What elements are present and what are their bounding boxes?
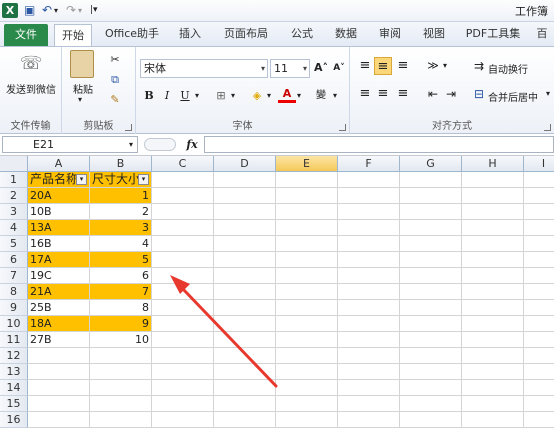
merge-dropdown-icon[interactable]: ▾ [546,89,550,98]
formula-bar-splitter[interactable] [144,138,176,151]
excel-logo-icon: X [2,3,18,18]
chevron-down-icon[interactable]: ▾ [129,137,133,152]
align-top-icon[interactable]: ≡ [356,57,374,75]
group-alignment: ≡ ≡ ≡ ≫ ▾ ⇉ 自动换行 ≡ ≡ ≡ ⇤ ⇥ ⊟ 合并后居中 ▾ 对齐方… [350,47,554,134]
grow-font-icon[interactable]: A˄ [312,59,330,77]
align-left-icon[interactable]: ≡ [356,85,374,103]
merge-center-button[interactable]: 合并后居中 [488,89,538,104]
tab-data[interactable]: 数据 [328,22,364,46]
paste-dropdown-icon[interactable]: ▾ [78,95,82,104]
tab-pdf-tools[interactable]: PDF工具集 [460,22,526,46]
save-icon[interactable]: ▣ [24,3,35,18]
group-label-font: 字体 [232,121,253,132]
clipboard-launcher-icon[interactable] [125,124,132,131]
italic-button[interactable]: I [158,87,176,105]
formula-input[interactable] [204,136,554,153]
undo-icon[interactable]: ↶ [42,3,52,18]
borders-dropdown-icon[interactable]: ▾ [228,87,238,105]
title-bar: X ▣ ↶ ▾ ↷ ▾ |▾ 工作簿 [0,0,554,22]
bold-button[interactable]: B [140,87,158,105]
insert-function-button[interactable]: fx [182,136,202,153]
cut-icon[interactable]: ✂ [106,51,124,69]
fill-dropdown-icon[interactable]: ▾ [264,87,274,105]
worksheet-grid[interactable]: ABCDEFGHI 1 产品名称 ▾ 尺寸大小 ▾ 2 20A 1 3 10B 2 4 13A 3 5 16B… [0,156,554,428]
customize-qat-icon[interactable]: |▾ [90,3,98,18]
align-center-icon[interactable]: ≡ [374,85,392,103]
chevron-down-icon: ▾ [260,64,265,73]
tab-file[interactable]: 文件 [4,24,48,46]
tab-office-assistant[interactable]: Office助手 [100,22,164,46]
formula-bar: E21 ▾ fx [0,134,554,156]
font-launcher-icon[interactable] [339,124,346,131]
orientation-dropdown-icon[interactable]: ▾ [440,57,450,75]
tab-review[interactable]: 审阅 [372,22,408,46]
underline-dropdown-icon[interactable]: ▾ [192,87,202,105]
group-file-transfer: ☏ 发送到微信 文件传输 [0,47,62,134]
group-label-file-transfer: 文件传输 [10,121,51,132]
align-right-icon[interactable]: ≡ [394,85,412,103]
align-bottom-icon[interactable]: ≡ [394,57,412,75]
decrease-indent-icon[interactable]: ⇤ [424,85,442,103]
wrap-text-icon[interactable]: ⇉ [470,57,488,75]
redo-icon[interactable]: ↷ [66,3,76,18]
undo-dropdown-icon[interactable]: ▾ [54,3,58,18]
font-name-select[interactable]: 宋体 ▾ [140,59,268,78]
arrow-shaft [180,286,278,388]
wechat-icon[interactable]: ☏ [18,53,44,75]
tab-insert[interactable]: 插入 [172,22,208,46]
format-painter-icon[interactable]: ✎ [106,91,124,109]
alignment-launcher-icon[interactable] [544,124,551,131]
send-wechat-button[interactable]: 发送到微信 [3,81,59,96]
annotation-arrow [170,275,278,388]
font-size-value: 11 [274,62,288,75]
group-font: 宋体 ▾ 11 ▾ A˄ A˅ B I U ▾ ⊞ ▾ ◈ ▾ A ▾ 變 ▾ … [136,47,350,134]
phonetic-dropdown-icon[interactable]: ▾ [330,87,340,105]
tab-home[interactable]: 开始 [54,24,92,46]
redo-dropdown-icon[interactable]: ▾ [78,3,82,18]
group-clipboard: 粘贴 ▾ ✂ ⧉ ✎ 剪贴板 [62,47,136,134]
wrap-text-button[interactable]: 自动换行 [488,61,528,76]
tab-formulas[interactable]: 公式 [284,22,320,46]
font-name-value: 宋体 [144,62,166,75]
chevron-down-icon: ▾ [302,64,307,73]
tab-more[interactable]: 百 [532,22,552,46]
name-box-value: E21 [33,138,54,151]
ribbon-tabs: 文件 开始 Office助手 插入 页面布局 公式 数据 审阅 视图 PDF工具… [0,22,554,46]
window-title: 工作簿 [515,5,548,18]
phonetic-icon[interactable]: 變 [312,87,330,105]
font-color-dropdown-icon[interactable]: ▾ [294,87,304,105]
align-middle-icon[interactable]: ≡ [374,57,392,75]
shrink-font-icon[interactable]: A˅ [330,59,348,77]
font-size-select[interactable]: 11 ▾ [270,59,310,78]
increase-indent-icon[interactable]: ⇥ [442,85,460,103]
tab-page-layout[interactable]: 页面布局 [218,22,274,46]
paste-button[interactable]: 粘贴 [70,81,96,96]
group-label-alignment: 对齐方式 [432,121,472,132]
paste-icon[interactable] [70,50,94,78]
merge-center-icon[interactable]: ⊟ [470,85,488,103]
tab-view[interactable]: 视图 [416,22,452,46]
name-box[interactable]: E21 ▾ [2,136,138,153]
copy-icon[interactable]: ⧉ [106,71,124,89]
ribbon: ☏ 发送到微信 文件传输 粘贴 ▾ ✂ ⧉ ✎ 剪贴板 宋体 ▾ 11 ▾ A˄… [0,46,554,134]
